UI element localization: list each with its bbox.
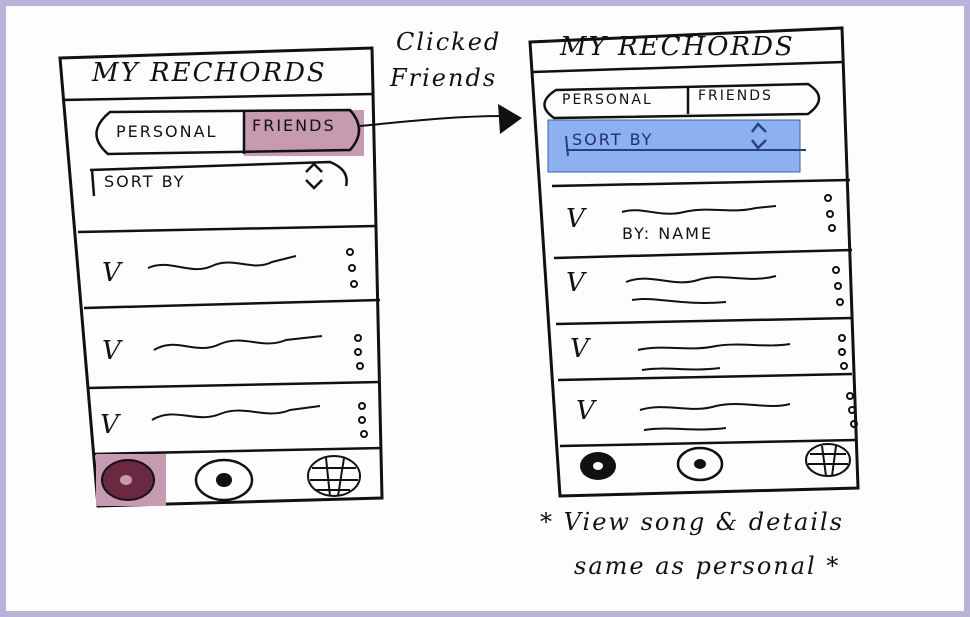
left-nav-record-icon [101, 459, 155, 501]
left-sort-by-label[interactable]: SORT BY [104, 172, 185, 191]
right-row-divider-1 [551, 178, 851, 188]
left-row-2-check[interactable]: V [102, 336, 123, 366]
left-row-2-more-icon [354, 334, 364, 370]
left-row-divider-3 [87, 380, 381, 390]
right-tab-friends[interactable]: FRIENDS [698, 88, 773, 104]
annotation-friends: Friends [390, 64, 498, 92]
left-sort-arrows [305, 162, 323, 190]
right-app-title: MY RECHORDS [560, 32, 795, 62]
left-row-divider-1 [77, 224, 377, 234]
right-nav-record-icon [580, 452, 616, 480]
transition-arrow [359, 115, 505, 127]
left-row-3-more-icon [358, 402, 368, 438]
right-row-divider-2 [553, 248, 853, 260]
left-title-divider [61, 92, 375, 102]
left-row-3-squiggle [151, 405, 321, 421]
right-row-divider-5 [559, 438, 857, 448]
right-row-divider-3 [555, 316, 853, 326]
annotation-clicked: Clicked [396, 28, 502, 56]
right-row-3-more-icon [838, 334, 848, 370]
right-row-3-squiggle-a [637, 343, 791, 351]
right-row-4-squiggle-a [639, 403, 791, 411]
right-row-1-squiggle [621, 205, 777, 215]
left-row-divider-2 [83, 298, 381, 310]
left-nav-disc-icon [194, 458, 254, 502]
left-row-1-more-icon [346, 248, 358, 288]
left-tab-personal[interactable]: PERSONAL [116, 122, 217, 141]
right-row-4-squiggle-b [643, 427, 727, 431]
note-line-2: same as personal * [574, 552, 841, 580]
right-row-2-squiggle-a [625, 275, 777, 284]
right-row-1-check[interactable]: V [566, 204, 587, 234]
right-tab-personal[interactable]: PERSONAL [562, 92, 653, 108]
left-nav-globe-icon [307, 455, 361, 497]
right-row-2-check[interactable]: V [566, 268, 587, 298]
right-sort-by-label[interactable]: SORT BY [572, 130, 653, 149]
right-row-1-more-icon [824, 194, 836, 232]
left-row-3-check[interactable]: V [100, 410, 121, 440]
right-title-divider [531, 60, 845, 74]
right-row-2-more-icon [832, 266, 844, 306]
transition-arrowhead [498, 104, 522, 134]
right-nav-globe-icon [805, 443, 851, 477]
left-row-1-check[interactable]: V [102, 258, 123, 288]
left-row-1-squiggle [147, 255, 297, 271]
left-row-2-squiggle [153, 335, 323, 351]
left-app-title: MY RECHORDS [92, 58, 327, 88]
right-row-1-label: BY: NAME [622, 224, 714, 243]
note-line-1: * View song & details [540, 508, 844, 536]
right-row-4-check[interactable]: V [576, 396, 597, 426]
right-nav-disc-icon [676, 446, 724, 482]
left-tab-friends[interactable]: FRIENDS [252, 116, 336, 135]
right-row-divider-4 [557, 372, 853, 382]
right-row-3-squiggle-b [641, 367, 721, 371]
right-row-2-squiggle-b [631, 298, 727, 304]
right-row-3-check[interactable]: V [570, 334, 591, 364]
left-row-divider-4 [93, 446, 383, 456]
